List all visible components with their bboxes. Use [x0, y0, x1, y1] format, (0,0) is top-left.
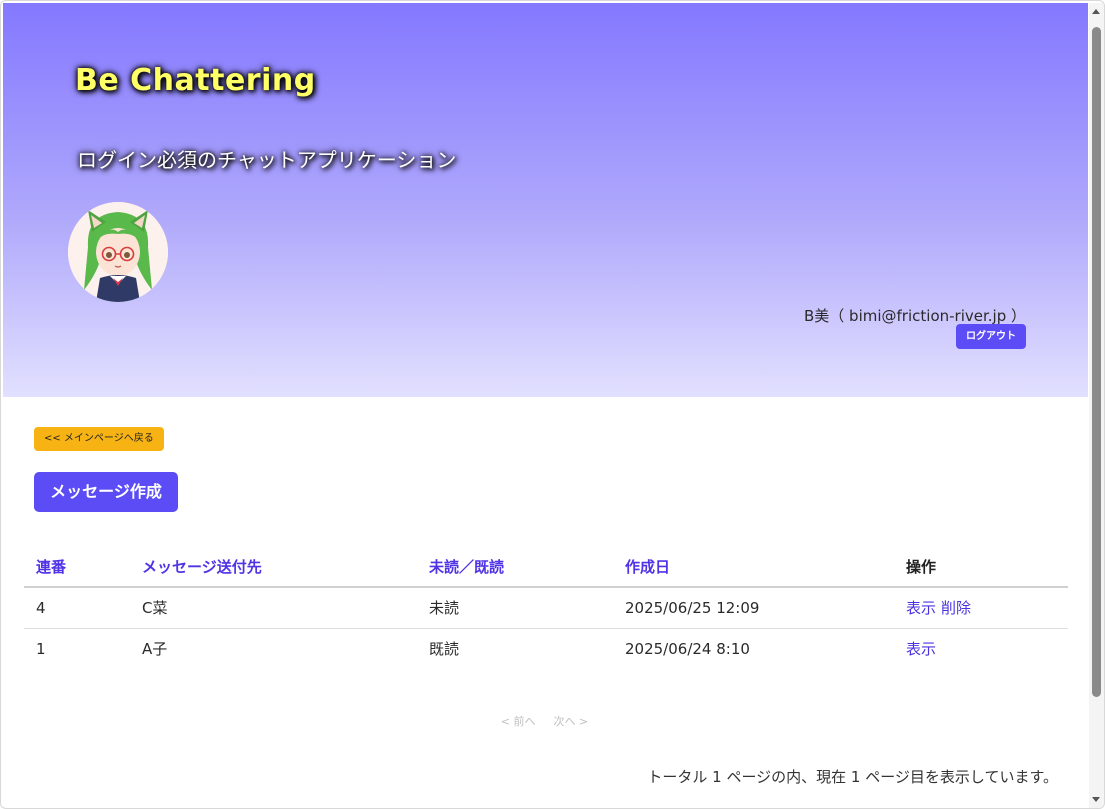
- col-header-recipient[interactable]: メッセージ送付先: [130, 546, 417, 588]
- cell-status: 未読: [417, 587, 613, 629]
- next-page-link[interactable]: 次へ >: [554, 715, 589, 728]
- cell-recipient: A子: [142, 640, 168, 659]
- cell-created: 2025/06/25 12:09: [613, 587, 894, 629]
- vertical-scrollbar[interactable]: [1089, 3, 1104, 808]
- compose-message-button[interactable]: メッセージ作成: [34, 472, 178, 512]
- pagination: < 前へ 次へ >: [1, 713, 1088, 729]
- table-row: 1 A子 既読 2025/06/24 8:10 表示: [24, 628, 1068, 669]
- avatar-illustration: [68, 202, 168, 302]
- delete-link[interactable]: 削除: [941, 599, 971, 617]
- message-table: 連番 メッセージ送付先 未読／既読 作成日 操作 4 C菜 未読 2025/06…: [24, 546, 1068, 669]
- logout-button[interactable]: ログアウト: [956, 324, 1026, 349]
- col-header-status[interactable]: 未読／既読: [417, 546, 613, 588]
- page-summary: トータル 1 ページの内、現在 1 ページ目を表示しています。: [647, 768, 1058, 786]
- cell-serial: 1: [36, 639, 46, 658]
- table-header-row: 連番 メッセージ送付先 未読／既読 作成日 操作: [24, 546, 1068, 588]
- cell-status: 既読: [429, 640, 460, 659]
- browser-frame: Be Chattering ログイン必須のチャットアプリケーション B美（ bi…: [0, 0, 1105, 809]
- user-avatar: [68, 202, 168, 302]
- scroll-up-arrow-icon[interactable]: [1092, 9, 1100, 14]
- view-link[interactable]: 表示: [906, 599, 936, 617]
- cell-ops: 表示 削除: [894, 587, 1068, 629]
- col-header-created[interactable]: 作成日: [613, 546, 894, 588]
- user-info: B美（ bimi@friction-river.jp ）: [804, 307, 1026, 325]
- cell-ops: 表示: [894, 628, 1068, 669]
- prev-page-link[interactable]: < 前へ: [501, 715, 536, 728]
- col-header-serial[interactable]: 連番: [24, 546, 130, 588]
- header-banner: Be Chattering ログイン必須のチャットアプリケーション B美（ bi…: [3, 3, 1088, 397]
- back-to-main-button[interactable]: << メインページへ戻る: [34, 427, 164, 451]
- cell-serial: 4: [24, 587, 130, 629]
- app-title: Be Chattering: [75, 63, 316, 98]
- app-subtitle: ログイン必須のチャットアプリケーション: [77, 148, 457, 172]
- cell-created: 2025/06/24 8:10: [625, 639, 750, 658]
- scroll-down-arrow-icon[interactable]: [1092, 797, 1100, 802]
- col-header-ops: 操作: [894, 546, 1068, 588]
- cell-recipient: C菜: [130, 587, 417, 629]
- table-row: 4 C菜 未読 2025/06/25 12:09 表示 削除: [24, 587, 1068, 629]
- scroll-thumb[interactable]: [1092, 27, 1101, 697]
- view-link[interactable]: 表示: [906, 640, 936, 658]
